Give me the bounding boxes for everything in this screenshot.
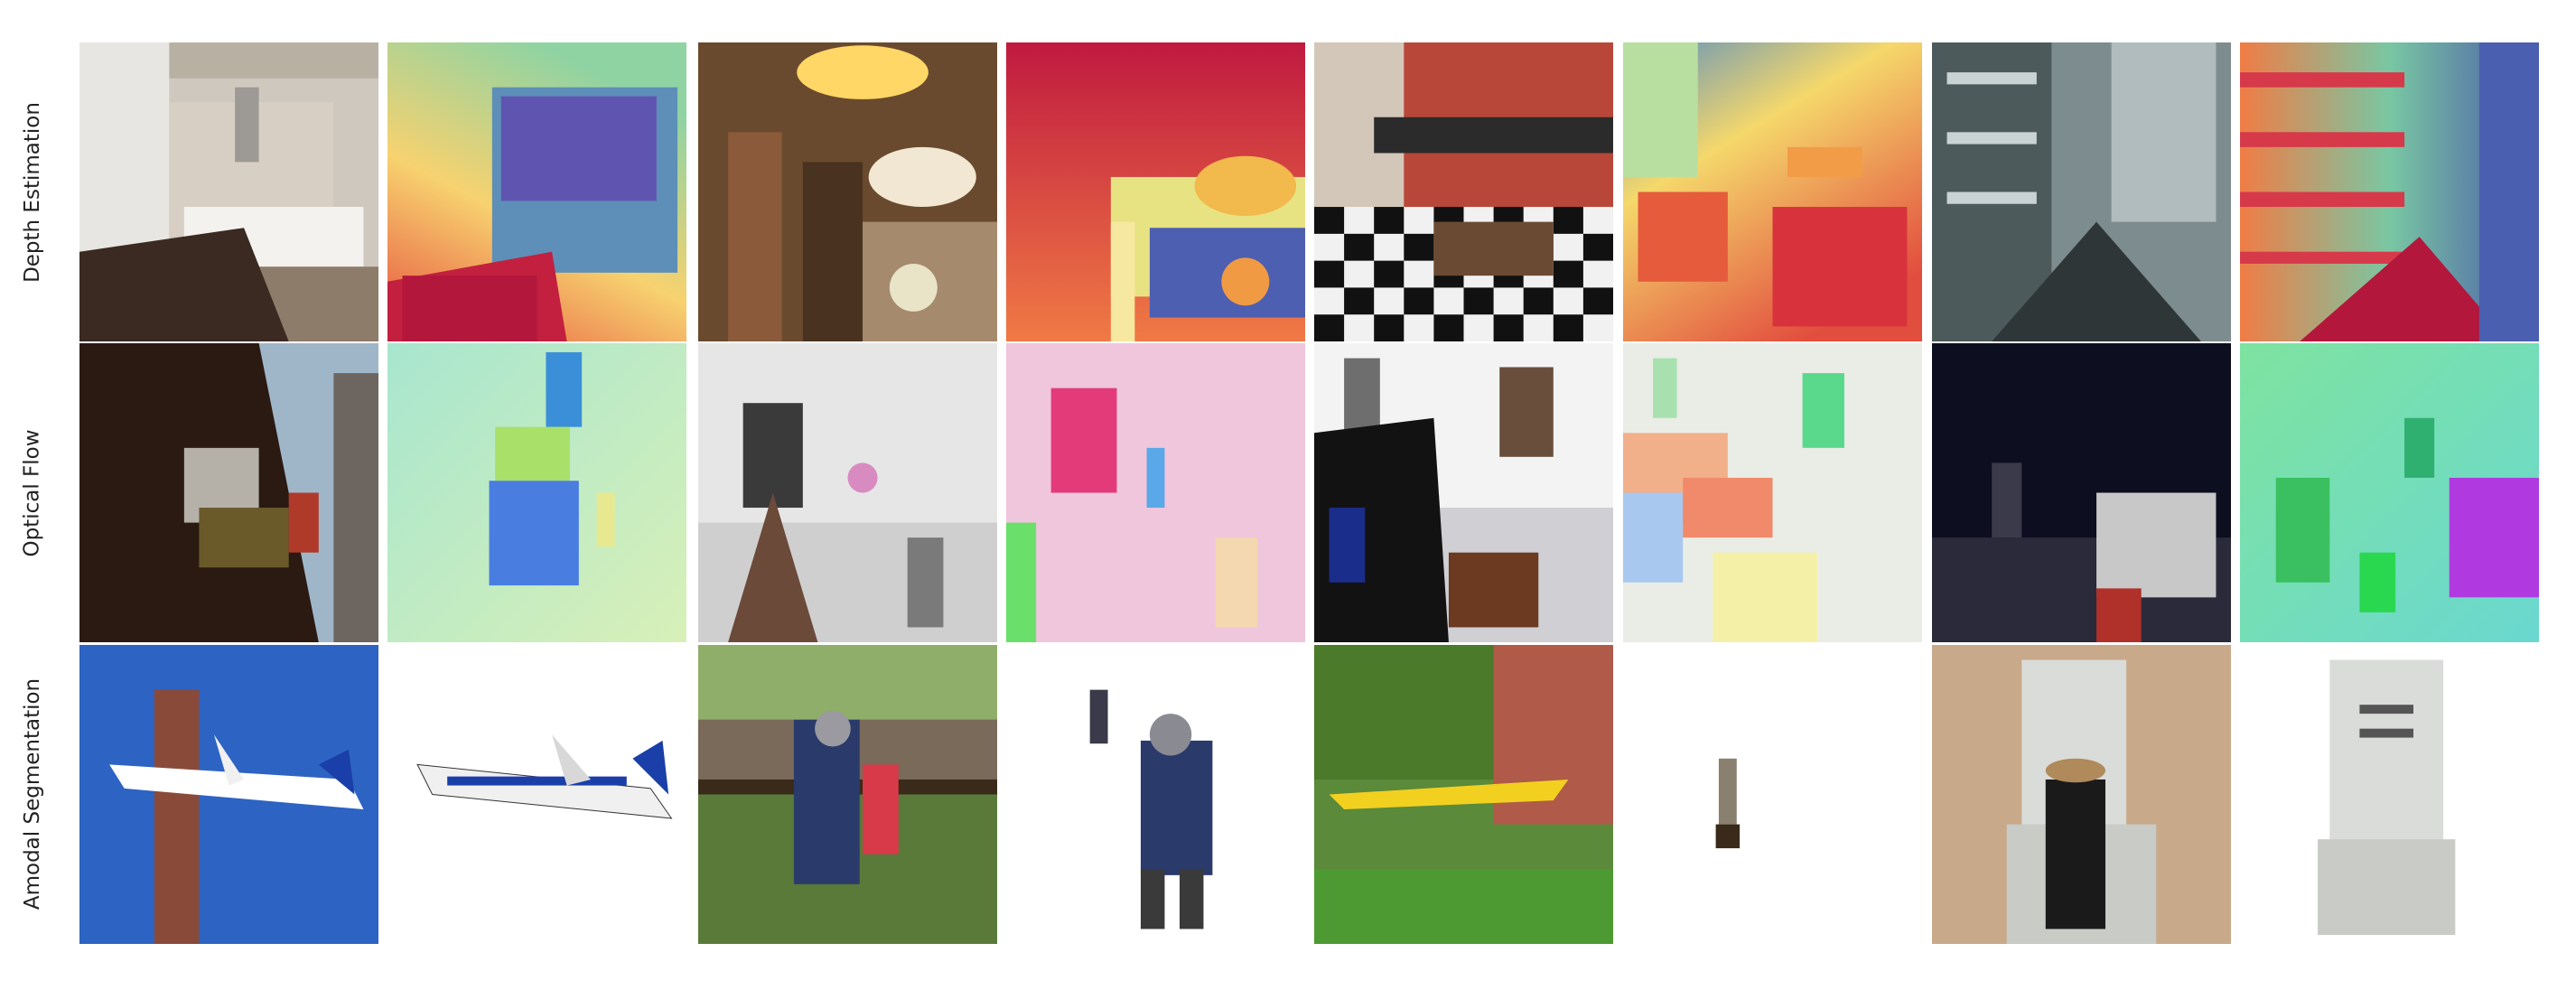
depth-map-restaurant xyxy=(1623,42,1922,341)
amodal-mask-knight xyxy=(1006,645,1305,944)
amodal-input-plane-garden-image xyxy=(1314,645,1613,944)
amodal-mask-statue xyxy=(1623,645,1922,944)
depth-input-staircase-image xyxy=(1932,42,2231,341)
flow-map-3 xyxy=(1623,343,1922,642)
depth-map-kitchen xyxy=(387,42,686,341)
depth-input-restaurant-image xyxy=(1314,42,1613,341)
amodal-input-airplane-image xyxy=(79,645,378,944)
depth-map-lobby xyxy=(1006,42,1305,341)
flow-map-2 xyxy=(1006,343,1305,642)
flow-input-chairs-city-image xyxy=(79,343,378,642)
depth-map-staircase xyxy=(2240,42,2539,341)
amodal-input-knight-image xyxy=(698,645,997,944)
flow-map-4 xyxy=(2240,343,2539,642)
flow-input-chairs-sky-image xyxy=(698,343,997,642)
amodal-mask-airplane xyxy=(387,645,686,944)
flow-input-chairs-night-image xyxy=(1932,343,2231,642)
depth-input-lobby-image xyxy=(698,42,997,341)
flow-map-1 xyxy=(387,343,686,642)
amodal-input-gravestone-image xyxy=(1932,645,2231,944)
amodal-mask-gravestone xyxy=(2240,645,2539,944)
depth-input-kitchen-image xyxy=(79,42,378,341)
flow-input-chairs-clouds-image xyxy=(1314,343,1613,642)
